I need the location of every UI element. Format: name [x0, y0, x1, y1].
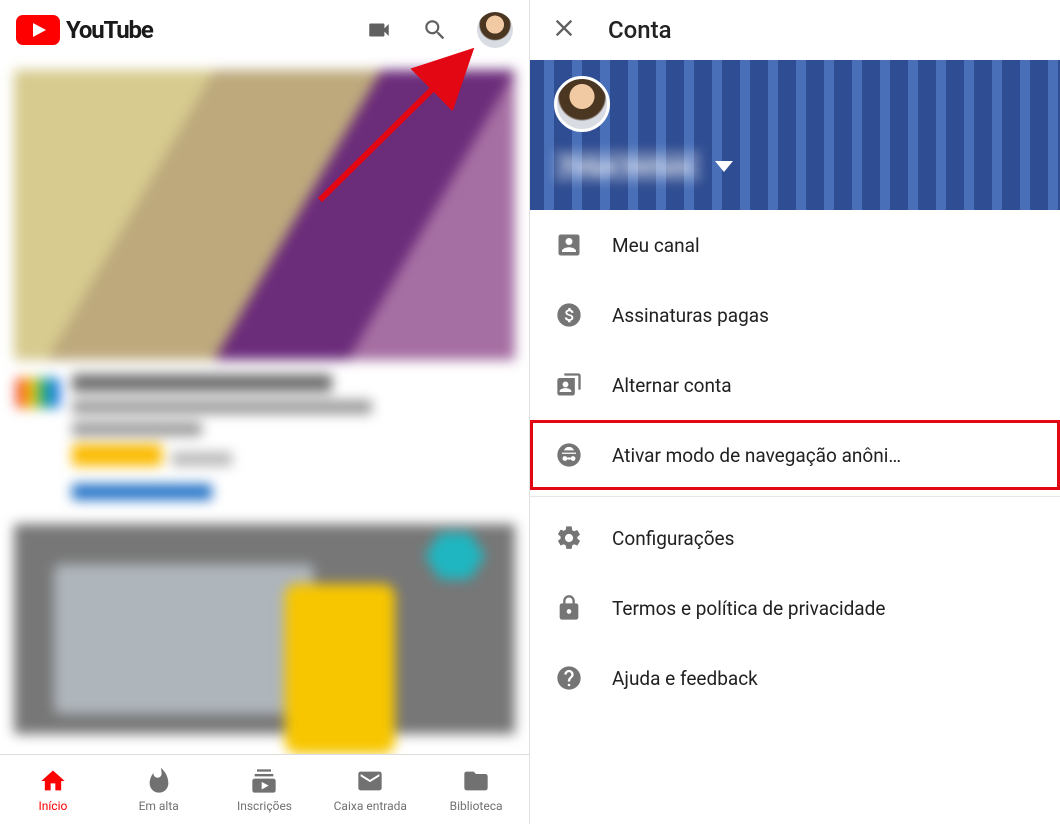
profile-avatar[interactable]: [554, 76, 610, 132]
account-menu: Meu canal Assinaturas pagas Alternar con…: [530, 210, 1060, 713]
mail-icon: [356, 767, 384, 795]
video-meta: [0, 360, 529, 476]
subscriptions-icon: [250, 767, 278, 795]
menu-help-feedback[interactable]: Ajuda e feedback: [530, 643, 1060, 713]
menu-settings-label: Configurações: [612, 527, 734, 550]
create-video-button[interactable]: [365, 16, 393, 44]
video-camera-icon: [366, 17, 392, 43]
video-thumbnail[interactable]: [14, 70, 515, 360]
menu-terms-label: Termos e política de privacidade: [612, 597, 885, 620]
nav-library-label: Biblioteca: [450, 799, 503, 813]
video-thumbnail-2[interactable]: [14, 524, 515, 734]
menu-my-channel[interactable]: Meu canal: [530, 210, 1060, 280]
nav-inbox-label: Caixa entrada: [334, 799, 407, 813]
menu-incognito-label: Ativar modo de navegação anôni…: [612, 444, 901, 467]
bottom-nav: Início Em alta Inscrições Caixa entrada …: [0, 754, 529, 824]
video-title[interactable]: [72, 374, 332, 392]
video-subtitle: [72, 400, 372, 414]
dropdown-triangle-icon: [715, 161, 733, 172]
channel-avatar[interactable]: [16, 378, 60, 408]
account-switcher[interactable]: Felipe Ventura: [554, 150, 1036, 182]
menu-switch-label: Alternar conta: [612, 374, 732, 397]
account-panel-title: Conta: [608, 16, 672, 44]
nav-inbox[interactable]: Caixa entrada: [320, 767, 420, 813]
video-text: [72, 374, 372, 470]
nav-library[interactable]: Biblioteca: [426, 767, 526, 813]
account-panel: Conta Felipe Ventura Meu canal Assinatur…: [530, 0, 1060, 824]
video-feed: [0, 60, 529, 754]
folder-icon: [462, 767, 490, 795]
nav-home[interactable]: Início: [3, 767, 103, 813]
lock-icon: [554, 593, 584, 623]
person-box-icon: [554, 230, 584, 260]
search-button[interactable]: [421, 16, 449, 44]
menu-help-label: Ajuda e feedback: [612, 667, 758, 690]
app-header: YouTube: [0, 0, 529, 60]
youtube-home-screen: YouTube: [0, 0, 530, 824]
help-circle-icon: [554, 663, 584, 693]
nav-subscriptions-label: Inscrições: [237, 799, 292, 813]
header-actions: [365, 12, 513, 48]
incognito-icon: [554, 440, 584, 470]
menu-my-channel-label: Meu canal: [612, 234, 700, 257]
menu-divider: [530, 496, 1060, 497]
ad-cta-link[interactable]: [72, 484, 212, 500]
youtube-logo-text: YouTube: [66, 16, 153, 44]
menu-paid-label: Assinaturas pagas: [612, 304, 769, 327]
menu-incognito[interactable]: Ativar modo de navegação anôni…: [530, 420, 1060, 490]
ad-badge: [72, 444, 162, 466]
account-panel-header: Conta: [530, 0, 1060, 60]
dollar-circle-icon: [554, 300, 584, 330]
youtube-play-icon: [16, 15, 60, 45]
menu-settings[interactable]: Configurações: [530, 503, 1060, 573]
nav-subscriptions[interactable]: Inscrições: [214, 767, 314, 813]
video-subtitle-2: [72, 422, 202, 436]
search-icon: [422, 17, 448, 43]
nav-home-label: Início: [38, 799, 67, 813]
nav-trending-label: Em alta: [139, 799, 179, 813]
menu-paid-memberships[interactable]: Assinaturas pagas: [530, 280, 1060, 350]
sponsor-name: [172, 452, 232, 466]
close-button[interactable]: [550, 14, 578, 46]
menu-switch-account[interactable]: Alternar conta: [530, 350, 1060, 420]
menu-terms-privacy[interactable]: Termos e política de privacidade: [530, 573, 1060, 643]
user-name: Felipe Ventura: [554, 150, 701, 182]
switch-account-icon: [554, 370, 584, 400]
gear-icon: [554, 523, 584, 553]
trending-icon: [145, 767, 173, 795]
youtube-logo[interactable]: YouTube: [16, 15, 153, 45]
account-avatar-button[interactable]: [477, 12, 513, 48]
nav-trending[interactable]: Em alta: [109, 767, 209, 813]
account-banner: Felipe Ventura: [530, 60, 1060, 210]
home-icon: [39, 767, 67, 795]
close-icon: [550, 14, 578, 42]
